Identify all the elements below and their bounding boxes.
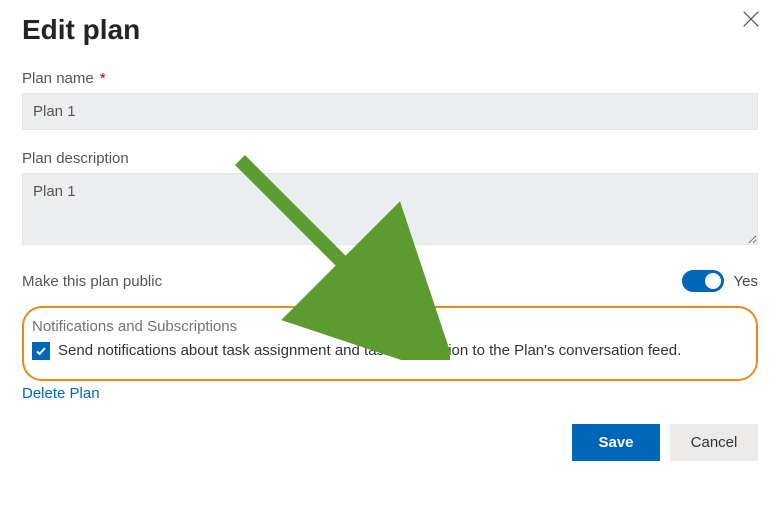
- toggle-knob: [705, 273, 721, 289]
- edit-plan-dialog: Edit plan Plan name * Plan description M…: [0, 0, 780, 479]
- plan-name-field: Plan name *: [22, 70, 758, 130]
- required-marker: *: [100, 70, 106, 87]
- annotation-highlight: Notifications and Subscriptions Send not…: [22, 306, 758, 381]
- delete-plan-link[interactable]: Delete Plan: [22, 385, 758, 402]
- close-button[interactable]: [740, 8, 762, 30]
- plan-description-field: Plan description: [22, 150, 758, 250]
- public-toggle-label: Make this plan public: [22, 273, 162, 290]
- public-toggle-wrap: Yes: [682, 270, 758, 292]
- notifications-section-title: Notifications and Subscriptions: [32, 318, 742, 335]
- cancel-button[interactable]: Cancel: [670, 424, 758, 461]
- public-toggle-state: Yes: [734, 273, 758, 290]
- public-toggle-row: Make this plan public Yes: [22, 270, 758, 292]
- plan-name-label-text: Plan name: [22, 70, 94, 87]
- checkmark-icon: [35, 345, 47, 357]
- plan-description-input[interactable]: [22, 173, 758, 245]
- notifications-checkbox-row: Send notifications about task assignment…: [30, 341, 742, 361]
- plan-name-label: Plan name *: [22, 70, 758, 87]
- plan-name-input[interactable]: [22, 93, 758, 130]
- dialog-title: Edit plan: [22, 14, 758, 46]
- plan-description-label: Plan description: [22, 150, 758, 167]
- close-icon: [740, 8, 762, 30]
- notifications-checkbox-label: Send notifications about task assignment…: [58, 341, 681, 361]
- save-button[interactable]: Save: [572, 424, 660, 461]
- dialog-buttons: Save Cancel: [22, 424, 758, 461]
- public-toggle[interactable]: [682, 270, 724, 292]
- notifications-checkbox[interactable]: [32, 342, 50, 360]
